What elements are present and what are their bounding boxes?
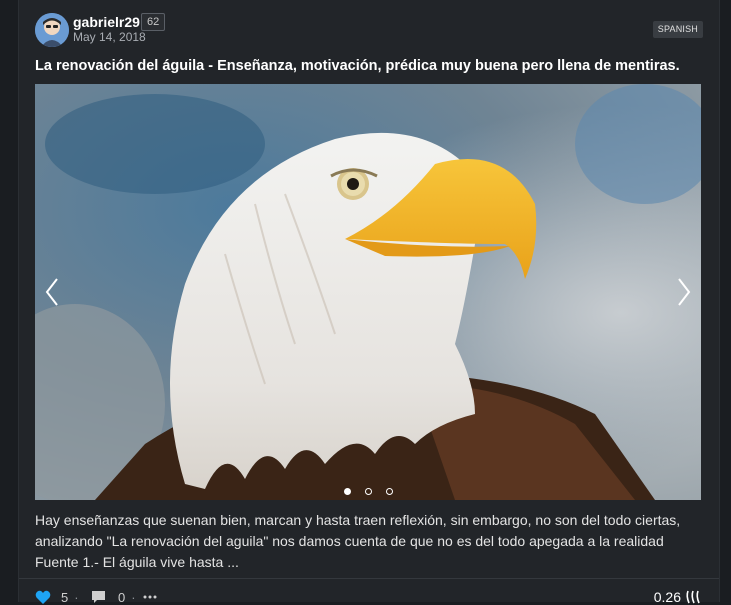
payout[interactable]: 0.26 bbox=[654, 589, 701, 605]
payout-value[interactable]: 0.26 bbox=[654, 589, 681, 605]
post-image[interactable] bbox=[35, 84, 701, 500]
post-card: gabrielr29 62 May 14, 2018 SPANISH La re… bbox=[18, 0, 720, 605]
post-excerpt[interactable]: Hay enseñanzas que suenan bien, marcan y… bbox=[35, 510, 705, 573]
carousel-dot-3[interactable] bbox=[385, 488, 393, 495]
carousel-prev-button[interactable] bbox=[37, 272, 67, 312]
post-title[interactable]: La renovación del águila - Enseñanza, mo… bbox=[35, 58, 705, 74]
carousel-next-button[interactable] bbox=[669, 272, 699, 312]
heart-icon[interactable] bbox=[35, 590, 51, 605]
post-footer: 5 · 0 · 0.26 bbox=[19, 578, 719, 605]
post-header: gabrielr29 62 May 14, 2018 SPANISH bbox=[35, 12, 703, 48]
carousel-dot-2[interactable] bbox=[364, 488, 372, 495]
comment-count[interactable]: 0 bbox=[118, 590, 125, 605]
more-dots-icon[interactable] bbox=[143, 595, 157, 599]
tag-badge[interactable]: SPANISH bbox=[652, 21, 703, 38]
author-name[interactable]: gabrielr29 bbox=[73, 14, 140, 30]
post-date[interactable]: May 14, 2018 bbox=[73, 30, 146, 44]
avatar[interactable] bbox=[35, 13, 69, 47]
vote-count[interactable]: 5 bbox=[61, 590, 68, 605]
carousel-dots bbox=[35, 488, 701, 495]
chevron-left-icon bbox=[45, 278, 58, 306]
chevron-right-icon bbox=[678, 278, 691, 306]
comments-button[interactable]: 0 · bbox=[91, 589, 136, 605]
vote-button[interactable]: 5 · bbox=[35, 589, 79, 605]
more-button[interactable] bbox=[143, 589, 157, 605]
post-image-carousel[interactable] bbox=[35, 84, 701, 500]
reputation-badge: 62 bbox=[141, 13, 166, 31]
separator-dot: · bbox=[74, 589, 79, 605]
separator-dot: · bbox=[131, 589, 136, 605]
carousel-dot-1[interactable] bbox=[343, 488, 351, 495]
